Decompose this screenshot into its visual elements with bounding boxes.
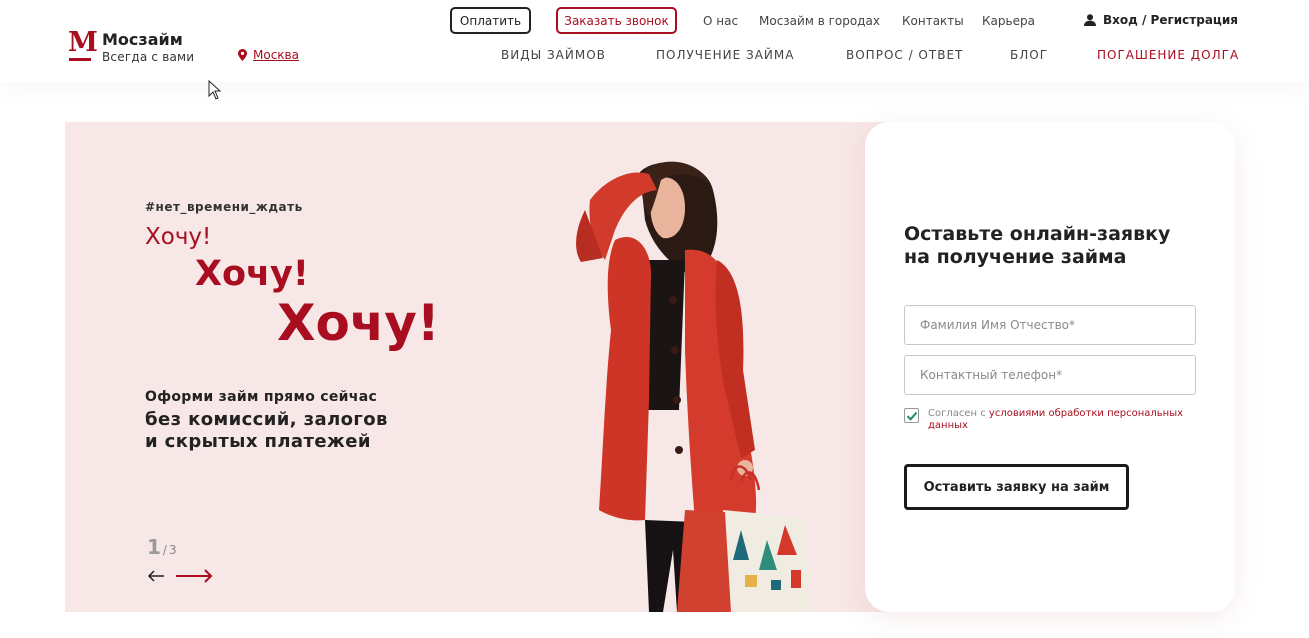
slide-current: 1 — [147, 535, 161, 559]
logo[interactable]: М Мосзайм Всегда с вами — [68, 27, 195, 65]
map-pin-icon — [238, 49, 247, 61]
hero-hashtag: #нет_времени_ждать — [145, 200, 303, 214]
checkmark-icon — [906, 411, 917, 421]
pay-button[interactable]: Оплатить — [450, 7, 531, 34]
nav-blog[interactable]: БЛОГ — [1010, 48, 1048, 62]
brand-tagline: Всегда с вами — [102, 50, 195, 64]
phone-field[interactable] — [904, 355, 1196, 395]
slide-counter: 1 / 3 — [147, 535, 177, 559]
nav-loan-types[interactable]: ВИДЫ ЗАЙМОВ — [501, 48, 606, 62]
brand-name: Мосзайм — [102, 30, 183, 49]
slide-total: 3 — [168, 543, 177, 557]
submit-application-button[interactable]: Оставить заявку на займ — [904, 464, 1129, 510]
mouse-cursor-icon — [208, 80, 222, 100]
nav-debt-repayment[interactable]: ПОГАШЕНИЕ ДОЛГА — [1097, 48, 1239, 62]
hero-line-2: без комиссий, залогов — [145, 409, 388, 430]
loan-application-form: Оставьте онлайн-заявку на получение займ… — [865, 122, 1235, 612]
hero-woman-image — [576, 161, 811, 612]
logo-letter: М — [68, 27, 98, 58]
hero-line-3: и скрытых платежей — [145, 431, 371, 452]
consent-row: Согласен с условиями обработки персональ… — [904, 408, 1193, 432]
full-name-field[interactable] — [904, 305, 1196, 345]
login-label: Вход / Регистрация — [1103, 13, 1238, 27]
city-selector[interactable]: Москва — [238, 48, 299, 62]
arrow-left-icon[interactable] — [147, 568, 165, 584]
hero-line-1: Оформи займ прямо сейчас — [145, 389, 378, 405]
form-title: Оставьте онлайн-заявку на получение займ… — [904, 223, 1171, 268]
user-icon — [1084, 14, 1096, 26]
nav-getting-loan[interactable]: ПОЛУЧЕНИЕ ЗАЙМА — [656, 48, 794, 62]
arrow-right-icon[interactable] — [175, 568, 213, 584]
nav-faq[interactable]: ВОПРОС / ОТВЕТ — [846, 48, 963, 62]
top-link-cities[interactable]: Мосзайм в городах — [759, 14, 880, 28]
login-link[interactable]: Вход / Регистрация — [1084, 13, 1238, 27]
top-link-contacts[interactable]: Контакты — [902, 14, 964, 28]
hero-banner: #нет_времени_ждать Хочу! Хочу! Хочу! Офо… — [65, 122, 885, 612]
hero-want-medium: Хочу! — [195, 254, 309, 294]
consent-checkbox[interactable] — [904, 408, 919, 423]
hero-want-large: Хочу! — [277, 294, 440, 352]
order-call-button[interactable]: Заказать звонок — [556, 7, 677, 34]
hero-want-small: Хочу! — [145, 224, 212, 250]
top-link-career[interactable]: Карьера — [982, 14, 1035, 28]
logo-mark-icon: М — [68, 27, 98, 62]
city-link[interactable]: Москва — [253, 48, 299, 62]
top-link-about[interactable]: О нас — [703, 14, 738, 28]
site-header: М Мосзайм Всегда с вами Москва Оплатить … — [0, 0, 1309, 82]
consent-text: Согласен с условиями обработки персональ… — [928, 408, 1184, 431]
